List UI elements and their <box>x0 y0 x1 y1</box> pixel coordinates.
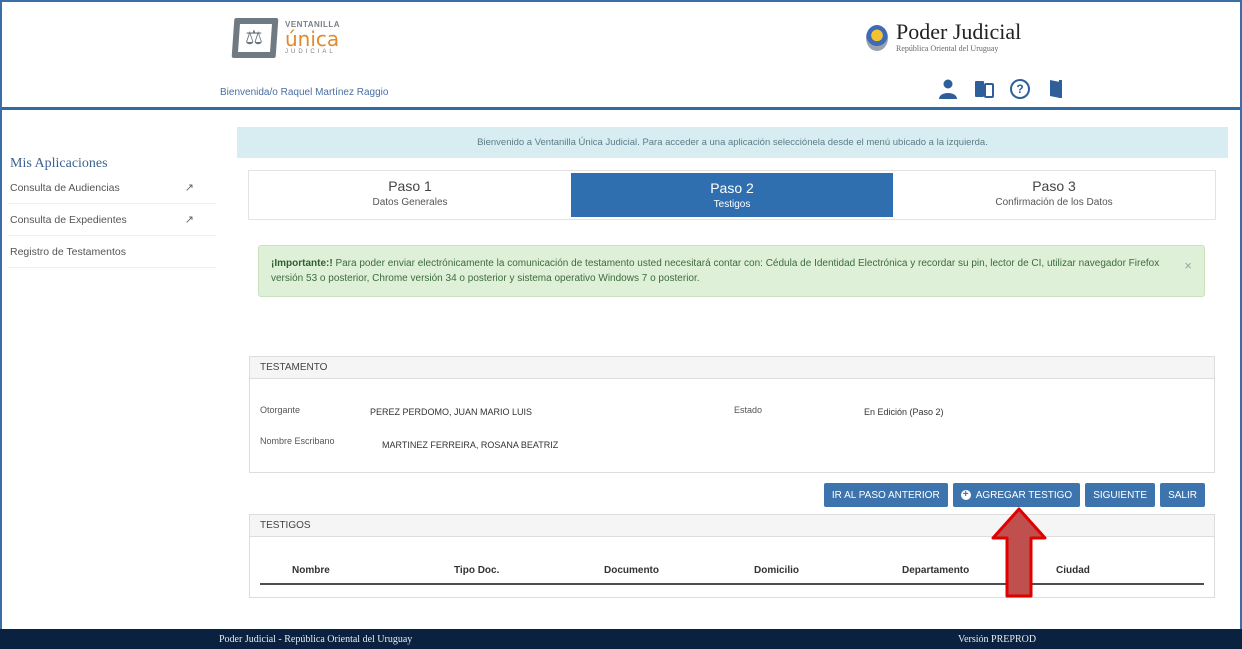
sidebar-item-label: Consulta de Expedientes <box>10 213 127 226</box>
action-buttons: IR AL PASO ANTERIOR + AGREGAR TESTIGO SI… <box>823 483 1205 507</box>
otorgante-label: Otorgante <box>260 405 301 415</box>
estado-value: En Edición (Paso 2) <box>864 407 944 417</box>
previous-step-button[interactable]: IR AL PASO ANTERIOR <box>823 483 948 507</box>
panel-heading: TESTIGOS <box>250 515 1214 537</box>
user-icon[interactable] <box>937 78 959 100</box>
poder-judicial-brand: Poder Judicial República Oriental del Ur… <box>866 19 1022 53</box>
brand-subtitle: República Oriental del Uruguay <box>896 44 999 53</box>
column-header[interactable]: Tipo Doc. <box>454 565 499 576</box>
escribano-label: Nombre Escribano <box>260 436 335 446</box>
step-2[interactable]: Paso 2 Testigos <box>571 173 893 217</box>
column-header[interactable]: Documento <box>604 565 659 576</box>
sidebar-item-registro-testamentos[interactable]: Registro de Testamentos <box>8 236 216 268</box>
column-header[interactable]: Nombre <box>292 565 330 576</box>
otorgante-value: PEREZ PERDOMO, JUAN MARIO LUIS <box>370 407 533 417</box>
step-title: Paso 2 <box>710 180 754 196</box>
witness-table-header: Nombre Tipo Doc. Documento Domicilio Dep… <box>260 557 1204 585</box>
coat-of-arms-icon <box>866 24 888 51</box>
external-link-icon: ↗ <box>184 214 194 226</box>
column-header[interactable]: Ciudad <box>1056 565 1090 576</box>
wizard-steps: Paso 1 Datos Generales Paso 2 Testigos P… <box>248 170 1216 220</box>
step-subtitle: Datos Generales <box>372 197 448 208</box>
external-link-icon: ↗ <box>184 182 194 194</box>
testamento-panel: TESTAMENTO Otorgante PEREZ PERDOMO, JUAN… <box>249 356 1215 473</box>
step-title: Paso 1 <box>388 178 432 194</box>
sidebar-item-label: Consulta de Audiencias <box>10 181 120 194</box>
column-header[interactable]: Domicilio <box>754 565 799 576</box>
column-header[interactable]: Departamento <box>902 565 969 576</box>
close-icon[interactable]: × <box>1184 258 1192 273</box>
logo-main-text: única <box>285 27 340 51</box>
header: VENTANILLA única JUDICIAL Bienvenida/o R… <box>2 2 1240 110</box>
sidebar: Mis Aplicaciones Consulta de Audiencias … <box>8 112 216 268</box>
help-glyph: ? <box>1010 79 1030 99</box>
testigos-panel: TESTIGOS Nombre Tipo Doc. Documento Domi… <box>249 514 1215 598</box>
step-subtitle: Confirmación de los Datos <box>995 197 1113 208</box>
exit-icon[interactable] <box>1045 78 1067 100</box>
step-subtitle: Testigos <box>713 199 751 210</box>
exit-button[interactable]: SALIR <box>1160 483 1205 507</box>
header-icons: ? <box>937 78 1067 100</box>
escribano-value: MARTINEZ FERREIRA, ROSANA BEATRIZ <box>382 440 559 450</box>
scales-icon <box>231 18 279 58</box>
footer-left-text: Poder Judicial - República Oriental del … <box>219 634 413 645</box>
sidebar-item-consulta-expedientes[interactable]: Consulta de Expedientes ↗ <box>8 204 216 236</box>
sidebar-title: Mis Aplicaciones <box>10 156 108 171</box>
sidebar-item-consulta-audiencias[interactable]: Consulta de Audiencias ↗ <box>8 172 216 204</box>
alert-text: Para poder enviar electrónicamente la co… <box>271 258 1160 284</box>
help-icon[interactable]: ? <box>1009 78 1031 100</box>
step-title: Paso 3 <box>1032 178 1076 194</box>
add-witness-button[interactable]: + AGREGAR TESTIGO <box>952 483 1081 507</box>
panel-heading: TESTAMENTO <box>250 357 1214 379</box>
version-text: Versión PREPROD <box>958 634 1037 645</box>
step-1[interactable]: Paso 1 Datos Generales <box>249 171 571 219</box>
annotation-arrow <box>991 507 1047 598</box>
brand-title: Poder Judicial <box>896 19 1022 44</box>
plus-circle-icon: + <box>960 490 971 500</box>
info-banner: Bienvenido a Ventanilla Única Judicial. … <box>237 127 1228 158</box>
important-alert: ¡Importante:! Para poder enviar electrón… <box>258 245 1205 297</box>
next-button[interactable]: SIGUIENTE <box>1085 483 1156 507</box>
estado-label: Estado <box>734 405 763 415</box>
step-3[interactable]: Paso 3 Confirmación de los Datos <box>893 171 1215 219</box>
ventanilla-logo[interactable]: VENTANILLA única JUDICIAL <box>231 18 340 58</box>
logo-bottom-text: JUDICIAL <box>285 49 336 55</box>
switch-icon[interactable] <box>973 78 995 100</box>
welcome-user: Bienvenida/o Raquel Martínez Raggio <box>220 87 389 98</box>
sidebar-item-label: Registro de Testamentos <box>10 245 126 258</box>
footer: Poder Judicial - República Oriental del … <box>0 629 1242 649</box>
add-witness-label: AGREGAR TESTIGO <box>975 489 1073 501</box>
alert-strong: ¡Importante:! <box>271 258 333 269</box>
